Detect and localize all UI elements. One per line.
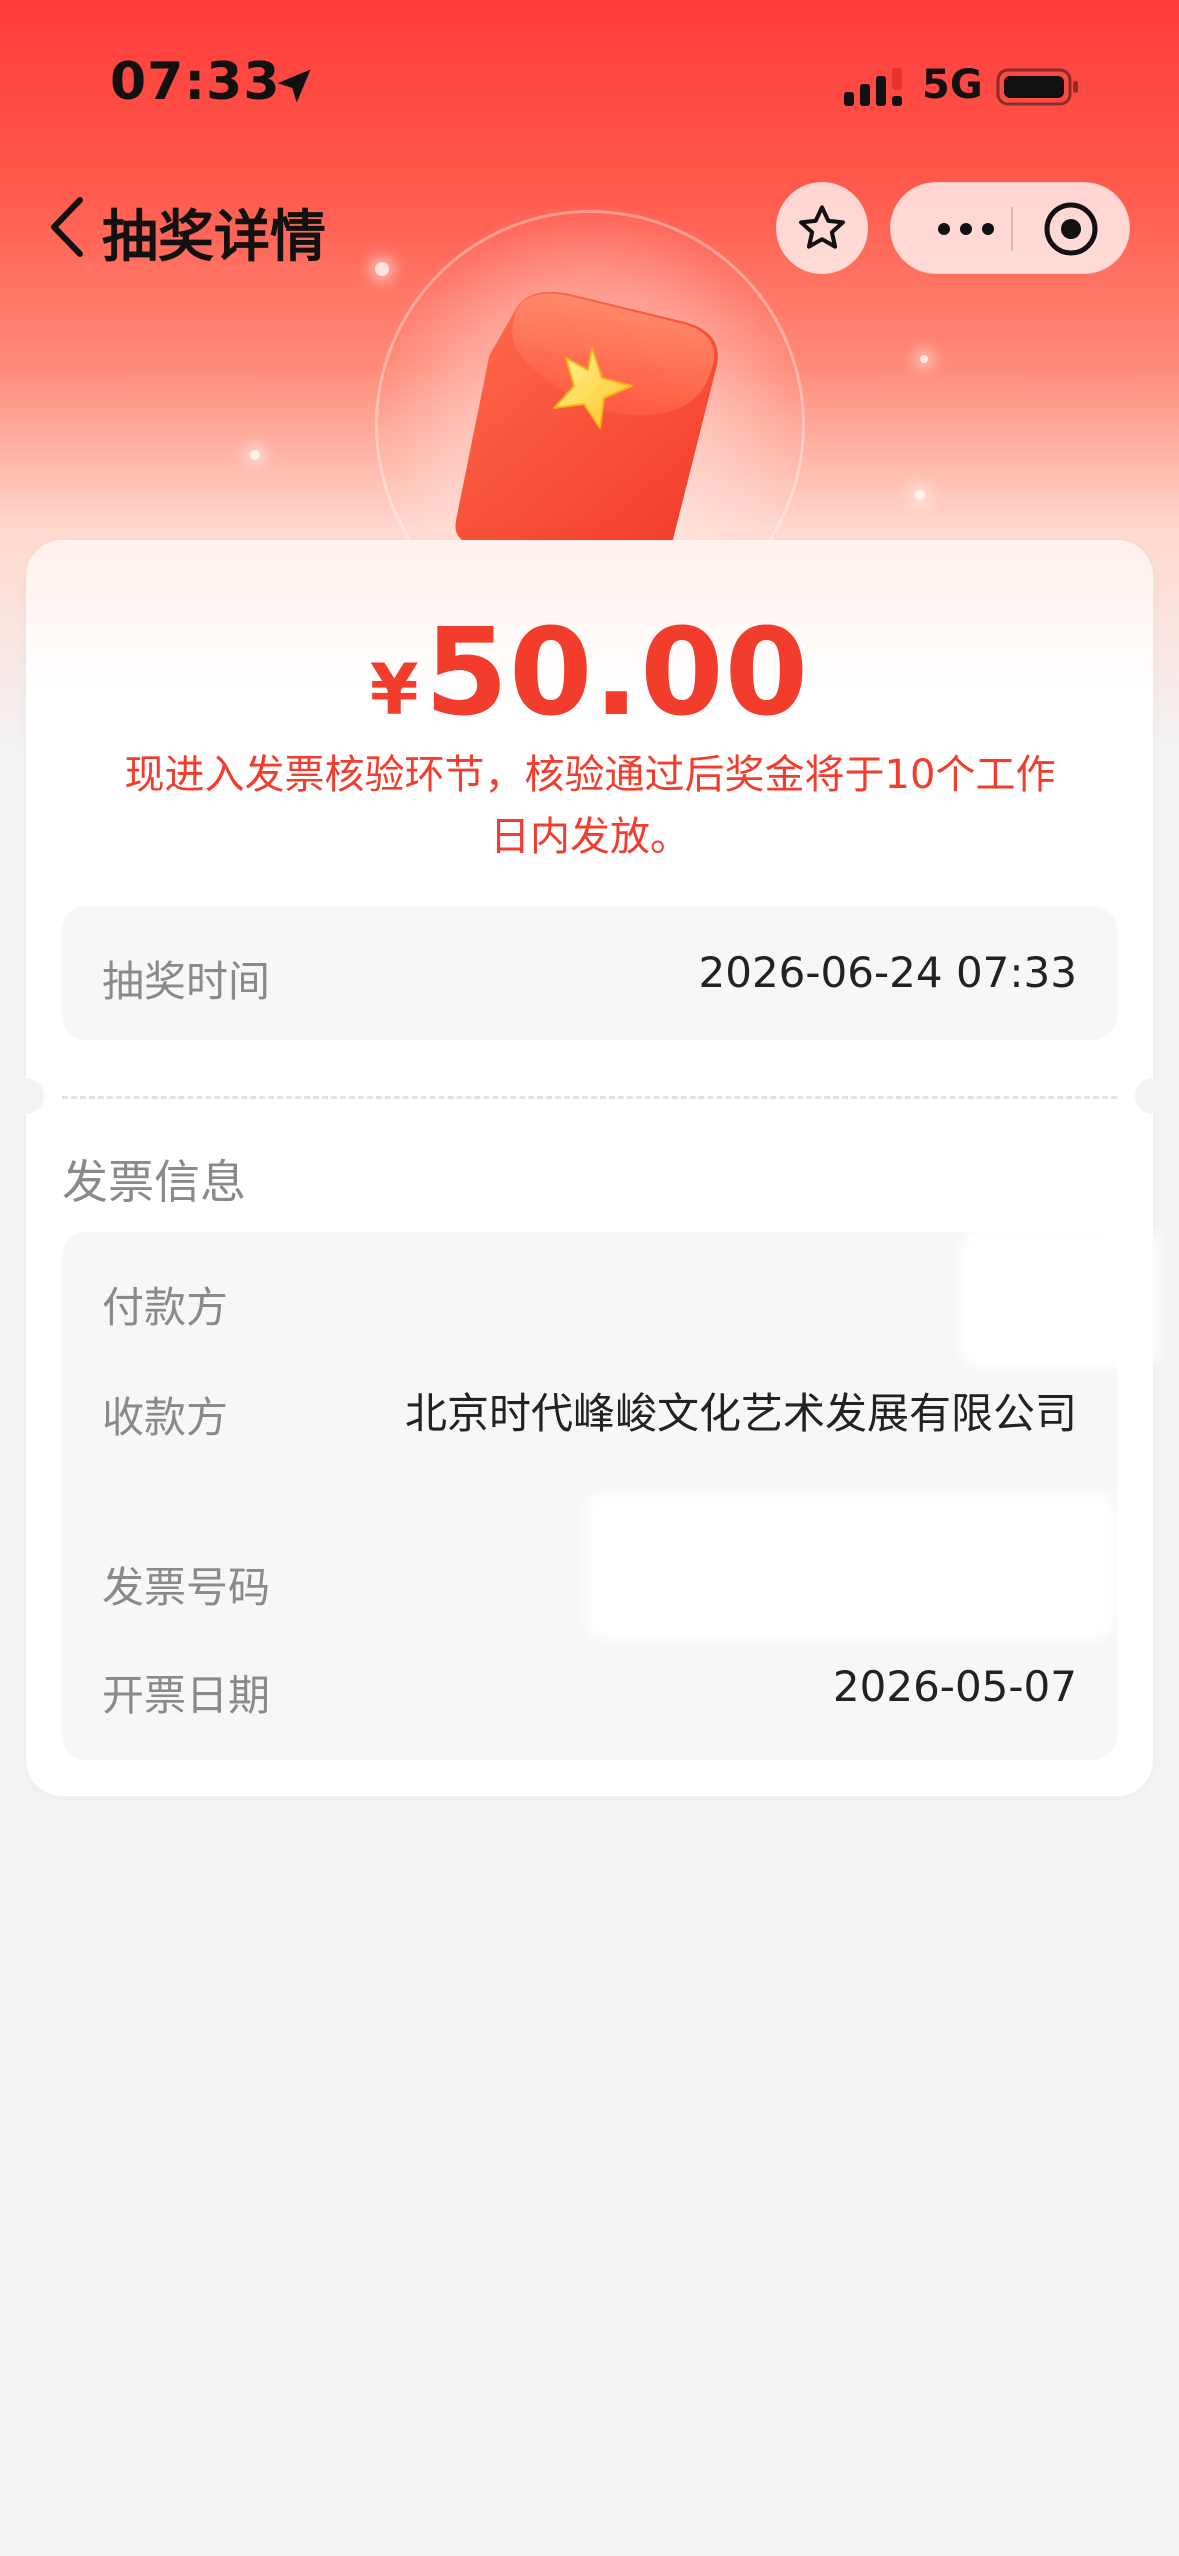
more-dots-icon — [938, 223, 994, 235]
verification-notice: 现进入发票核验环节，核验通过后奖金将于10个工作日内发放。 — [124, 752, 1056, 860]
prize-amount: ¥50.00 — [0, 604, 1179, 743]
capsule-divider — [1011, 207, 1013, 251]
cellular-signal-icon — [844, 68, 902, 106]
ticket-divider — [62, 1096, 1117, 1099]
mini-program-capsule — [890, 182, 1130, 274]
sparkle-decoration — [250, 450, 260, 460]
currency-symbol: ¥ — [369, 649, 419, 731]
sparkle-decoration — [915, 490, 925, 500]
page-title: 抽奖详情 — [102, 205, 326, 270]
amount-value: 50.00 — [424, 604, 810, 743]
ticket-notch-right — [1135, 1078, 1171, 1114]
sparkle-decoration — [375, 262, 389, 276]
invoice-date-value: 2026-05-07 — [832, 1662, 1077, 1711]
payee-label: 收款方 — [102, 1393, 229, 1442]
chevron-left-icon[interactable] — [44, 190, 94, 264]
draw-time-label: 抽奖时间 — [102, 957, 271, 1006]
star-icon — [799, 205, 845, 249]
payer-label: 付款方 — [102, 1283, 229, 1332]
network-type: 5G — [922, 62, 983, 108]
lottery-detail-page: 07:33 5G 抽奖详情 ¥50.00 现进入发票核验环节，核验通过后奖金将于… — [0, 0, 1179, 2556]
favorite-button[interactable] — [776, 182, 868, 274]
invoice-section-title: 发票信息 — [62, 1155, 246, 1209]
more-button[interactable] — [921, 183, 1011, 275]
location-arrow-icon — [277, 69, 311, 103]
redaction-patch — [960, 1228, 1160, 1368]
target-close-icon — [1044, 202, 1098, 256]
battery-icon — [996, 68, 1078, 106]
payee-value: 北京时代峰峻文化艺术发展有限公司 — [404, 1389, 1077, 1438]
invoice-number-label: 发票号码 — [102, 1563, 271, 1612]
status-time: 07:33 — [110, 52, 281, 112]
draw-time-value: 2026-06-24 07:33 — [698, 948, 1077, 997]
invoice-date-label: 开票日期 — [102, 1671, 271, 1720]
close-button[interactable] — [1021, 183, 1121, 275]
redaction-patch — [585, 1490, 1115, 1640]
sparkle-decoration — [920, 355, 928, 363]
draw-time-row: 抽奖时间 2026-06-24 07:33 — [62, 906, 1117, 1040]
red-envelope-illustration — [455, 291, 718, 560]
ticket-notch-left — [8, 1078, 44, 1114]
